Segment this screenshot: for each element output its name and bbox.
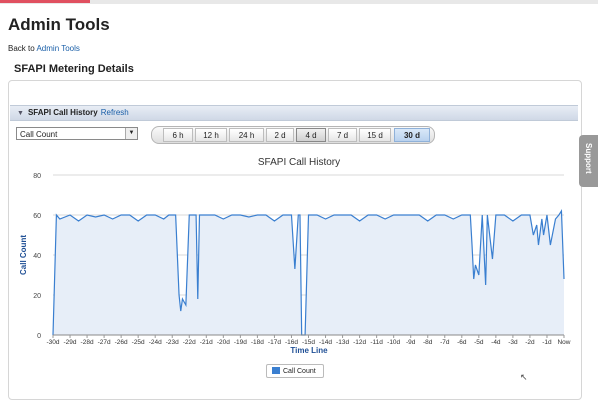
- x-tick-label: -2d: [525, 339, 535, 346]
- y-tick-label: 60: [33, 213, 41, 220]
- x-tick-label: -15d: [302, 339, 315, 346]
- x-axis-ticks: -30d -29d -28d -27d -26d -25d -24d -23d -22d -21d…: [46, 335, 571, 346]
- x-tick-label: -11d: [370, 339, 383, 346]
- x-tick-label: -8d: [423, 339, 433, 346]
- x-tick-label: -3d: [508, 339, 518, 346]
- x-tick-label: -20d: [217, 339, 230, 346]
- x-tick-label: -24d: [149, 339, 162, 346]
- x-axis-label: Time Line: [290, 346, 328, 355]
- x-tick-label: -7d: [440, 339, 450, 346]
- y-tick-label: 20: [33, 293, 41, 300]
- y-tick-label: 0: [37, 333, 41, 340]
- chart-legend[interactable]: Call Count: [266, 364, 324, 378]
- x-tick-label: -13d: [336, 339, 349, 346]
- x-tick-label: -23d: [166, 339, 179, 346]
- x-tick-label: -25d: [132, 339, 145, 346]
- x-tick-label: -16d: [285, 339, 298, 346]
- x-tick-label: -18d: [251, 339, 264, 346]
- chart-series-area: [52, 209, 565, 336]
- x-tick-label: -14d: [319, 339, 332, 346]
- y-axis-ticks: 0 20 40 60 80: [33, 173, 41, 340]
- x-tick-label: -30d: [46, 339, 59, 346]
- x-tick-label: -27d: [98, 339, 111, 346]
- x-tick-label: -12d: [353, 339, 366, 346]
- y-tick-label: 80: [33, 173, 41, 180]
- legend-swatch: [272, 367, 280, 374]
- x-tick-label: -26d: [115, 339, 128, 346]
- x-tick-label: -22d: [183, 339, 196, 346]
- x-tick-label: -9d: [406, 339, 416, 346]
- x-tick-label: -10d: [387, 339, 400, 346]
- x-tick-label: -6d: [457, 339, 467, 346]
- x-tick-label: -5d: [474, 339, 484, 346]
- x-tick-label: -19d: [234, 339, 247, 346]
- x-tick-label: -17d: [268, 339, 281, 346]
- x-tick-label: -4d: [491, 339, 501, 346]
- x-tick-label: -1d: [542, 339, 552, 346]
- y-tick-label: 40: [33, 253, 41, 260]
- call-history-chart: 0 20 40 60 80 -30d -29d -28d -27d -26d -25d -24d -2…: [19, 173, 571, 355]
- x-tick-label: -29d: [64, 339, 77, 346]
- x-tick-label: -21d: [200, 339, 213, 346]
- x-tick-label: Now: [557, 339, 570, 346]
- legend-label: Call Count: [283, 368, 316, 375]
- x-tick-label: -28d: [81, 339, 94, 346]
- y-axis-label: Call Count: [19, 235, 28, 275]
- mouse-cursor-icon: ↖: [520, 372, 528, 382]
